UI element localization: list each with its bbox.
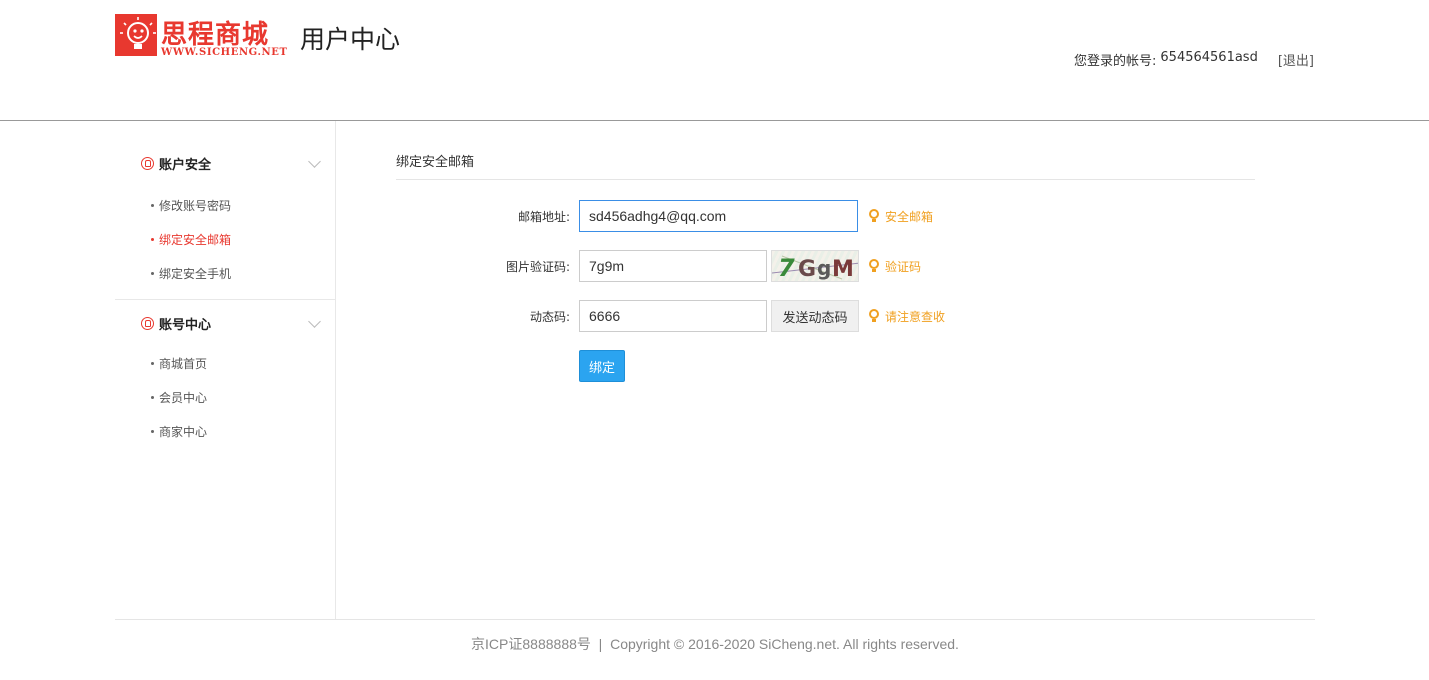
email-row: 邮箱地址: 安全邮箱 [396,200,1255,232]
email-label: 邮箱地址: [517,209,570,224]
section-title: 绑定安全邮箱 [396,121,1255,180]
captcha-row: 图片验证码: 7 G g M 验证码 [396,250,1255,282]
email-hint: 安全邮箱 [869,208,933,225]
footer-copyright: 京ICP证8888888号 | Copyright © 2016-2020 Si… [471,636,959,652]
bind-button[interactable]: 绑定 [579,350,625,382]
account-info: 您登录的帐号: 654564561asd [退出] [1074,50,1314,69]
email-hint-text: 安全邮箱 [885,209,934,224]
send-dynamic-code-button[interactable]: 发送动态码 [771,300,859,332]
bullet-icon [151,271,154,275]
submit-row: 绑定 [396,350,1255,382]
captcha-image[interactable]: 7 G g M [771,250,859,282]
sidebar-item-bind-phone[interactable]: 绑定安全手机 [115,256,335,290]
sidebar-group-title: 账号中心 [159,317,212,333]
sidebar-group-header[interactable]: 账号中心 [115,303,335,343]
captcha-hint: 验证码 [869,258,921,275]
svg-text:M: M [832,257,854,282]
dynamic-code-label: 动态码: [529,309,570,324]
sidebar: 账户安全 修改账号密码 绑定安全邮箱 绑定安全手机 账号中心 商城首页 会员中心… [115,121,336,620]
captcha-hint-text: 验证码 [885,259,922,274]
chevron-down-icon[interactable] [308,315,321,328]
sidebar-item-label: 修改账号密码 [159,198,232,213]
lock-icon [141,156,154,170]
lightbulb-icon [869,209,879,223]
account-label: 您登录的帐号: [1074,54,1157,69]
svg-text:7: 7 [778,254,795,282]
footer: 京ICP证8888888号 | Copyright © 2016-2020 Si… [115,619,1315,680]
logout-link[interactable]: [退出] [1278,50,1314,69]
account-id: 654564561asd [1160,50,1258,65]
dynamic-code-row: 动态码: 发送动态码 请注意查收 [396,300,1255,332]
bullet-icon [151,429,154,433]
dynamic-code-hint-text: 请注意查收 [885,309,946,324]
sidebar-item-member-center[interactable]: 会员中心 [115,380,335,414]
dynamic-code-hint: 请注意查收 [869,308,945,325]
sidebar-item-label: 绑定安全手机 [159,266,232,281]
site-logo[interactable]: 思程商城 WWW.SICHENG.NET [115,14,287,62]
main-content: 绑定安全邮箱 邮箱地址: 安全邮箱 图片验证码: 7 G g M 验证码 [396,121,1255,382]
chevron-down-icon[interactable] [308,155,321,168]
captcha-label: 图片验证码: [505,259,570,274]
sidebar-group-account-center: 账号中心 商城首页 会员中心 商家中心 [115,299,335,448]
bullet-icon [151,203,154,207]
sidebar-item-label: 商城首页 [159,356,208,371]
lightbulb-icon [869,309,879,323]
logo-chinese-name: 思程商城 [161,20,270,50]
page-title: 用户中心 [300,25,401,54]
sidebar-group-header[interactable]: 账户安全 [115,143,335,183]
sidebar-item-change-password[interactable]: 修改账号密码 [115,188,335,222]
header: 思程商城 WWW.SICHENG.NET 用户中心 您登录的帐号: 654564… [0,0,1429,121]
sidebar-item-label: 会员中心 [159,390,208,405]
sidebar-item-bind-email[interactable]: 绑定安全邮箱 [115,222,335,256]
sidebar-item-mall-home[interactable]: 商城首页 [115,346,335,380]
logo-lightbulb-icon [115,14,157,56]
sidebar-group-title: 账户安全 [159,157,212,173]
sidebar-group-account-security: 账户安全 修改账号密码 绑定安全邮箱 绑定安全手机 [115,121,335,290]
dynamic-code-input[interactable] [579,300,767,332]
captcha-input[interactable] [579,250,767,282]
sidebar-item-label: 绑定安全邮箱 [159,232,232,247]
sidebar-item-label: 商家中心 [159,424,208,439]
lightbulb-icon [869,259,879,273]
svg-text:G: G [798,257,816,282]
bullet-icon [151,395,154,399]
sidebar-item-merchant-center[interactable]: 商家中心 [115,414,335,448]
lock-icon [141,316,154,330]
bullet-icon [151,237,154,241]
email-input[interactable] [579,200,858,232]
bullet-icon [151,361,154,365]
logo-english-url: WWW.SICHENG.NET [161,47,288,58]
svg-text:g: g [817,256,831,280]
